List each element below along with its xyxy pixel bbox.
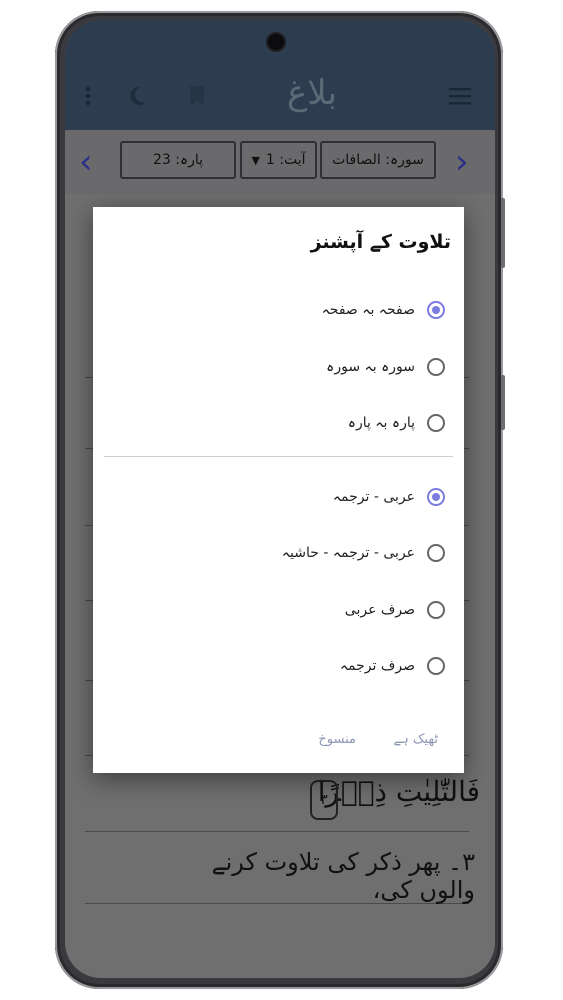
ayat-label: آیت: 1 bbox=[265, 152, 306, 168]
option-label: پارہ بہ پارہ bbox=[347, 415, 415, 431]
radio-unselected-icon[interactable] bbox=[427, 358, 445, 376]
ok-button[interactable]: ٹھیک ہے bbox=[393, 732, 438, 747]
night-mode-icon[interactable] bbox=[125, 84, 149, 112]
option-label: صفحہ بہ صفحہ bbox=[321, 302, 415, 318]
radio-unselected-icon[interactable] bbox=[427, 414, 445, 432]
dialog-title: تلاوت کے آپشنز bbox=[310, 231, 451, 253]
verse-urdu-translation: ۳۔ پھر ذکر کی تلاوت کرنے والوں کی، bbox=[211, 848, 475, 904]
radio-unselected-icon[interactable] bbox=[427, 601, 445, 619]
more-vert-icon[interactable] bbox=[85, 86, 91, 110]
option-para-by-para[interactable]: پارہ بہ پارہ bbox=[348, 407, 445, 439]
option-surah-by-surah[interactable]: سورہ بہ سورہ bbox=[326, 351, 445, 383]
radio-selected-icon[interactable] bbox=[427, 301, 445, 319]
radio-selected-icon[interactable] bbox=[427, 488, 445, 506]
option-label: عربی - ترجمہ - حاشیہ bbox=[281, 545, 415, 561]
power-button bbox=[501, 198, 505, 268]
option-label: عربی - ترجمہ bbox=[332, 489, 415, 505]
ayat-selector[interactable]: آیت: 1 ▼ bbox=[240, 141, 317, 179]
navigation-bar: ‹ پارہ: 23 آیت: 1 ▼ سورہ: الصافات › bbox=[65, 130, 495, 196]
surah-selector[interactable]: سورہ: الصافات bbox=[320, 141, 436, 179]
front-camera bbox=[268, 34, 284, 50]
chevron-down-icon: ▼ bbox=[251, 153, 260, 167]
volume-button bbox=[501, 375, 505, 430]
menu-icon[interactable] bbox=[449, 87, 471, 109]
cancel-button[interactable]: منسوخ bbox=[318, 732, 356, 747]
option-arabic-translation[interactable]: عربی - ترجمہ bbox=[333, 481, 445, 513]
option-arabic-only[interactable]: صرف عربی bbox=[345, 594, 445, 626]
para-label: پارہ: 23 bbox=[152, 152, 204, 168]
recitation-options-dialog-panel: تلاوت کے آپشنز صفحہ بہ صفحہ سورہ بہ سورہ… bbox=[93, 207, 464, 773]
option-page-by-page[interactable]: صفحہ بہ صفحہ bbox=[322, 294, 445, 326]
divider-line bbox=[85, 831, 469, 832]
next-arrow-icon[interactable]: › bbox=[455, 142, 469, 182]
bookmark-icon[interactable] bbox=[187, 84, 207, 112]
app-logo: بلاغ القرآن bbox=[267, 73, 357, 171]
option-label: صرف عربی bbox=[344, 602, 415, 618]
option-label: صرف ترجمہ bbox=[339, 658, 415, 674]
option-translation-only[interactable]: صرف ترجمہ bbox=[340, 650, 445, 682]
para-selector[interactable]: پارہ: 23 bbox=[120, 141, 236, 179]
options-divider bbox=[104, 456, 453, 457]
radio-unselected-icon[interactable] bbox=[427, 657, 445, 675]
app-bar: بلاغ القرآن bbox=[65, 20, 495, 171]
option-arabic-translation-footnotes[interactable]: عربی - ترجمہ - حاشیہ bbox=[282, 537, 445, 569]
radio-unselected-icon[interactable] bbox=[427, 544, 445, 562]
ayah-number-badge: ٣ bbox=[310, 780, 338, 820]
surah-label: سورہ: الصافات bbox=[332, 152, 424, 168]
option-label: سورہ بہ سورہ bbox=[326, 359, 415, 375]
prev-arrow-icon[interactable]: ‹ bbox=[79, 142, 93, 182]
